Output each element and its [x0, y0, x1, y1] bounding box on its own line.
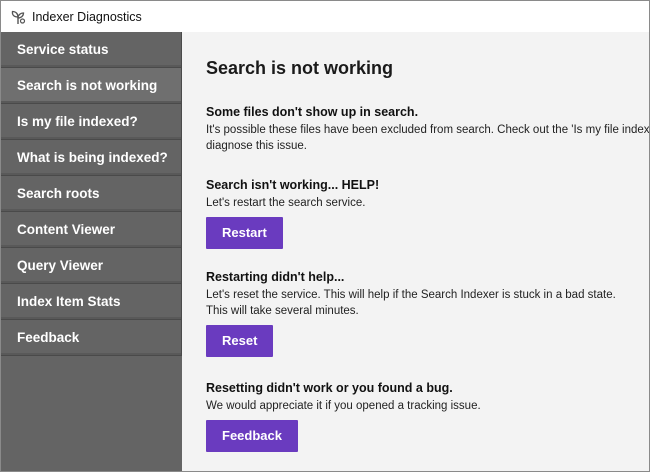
section-reset: Restarting didn't help... Let's reset th…	[206, 270, 649, 357]
section-restart: Search isn't working... HELP! Let's rest…	[206, 178, 649, 249]
window-title: Indexer Diagnostics	[32, 9, 142, 24]
main-content: Search is not working Some files don't s…	[182, 32, 649, 471]
section-text: Let's reset the service. This will help …	[206, 289, 616, 301]
sidebar-item-search-roots[interactable]: Search roots	[1, 176, 182, 212]
section-text: It's possible these files have been excl…	[206, 124, 649, 136]
section-text: Let's restart the search service.	[206, 197, 366, 209]
title-bar: Indexer Diagnostics	[1, 1, 649, 32]
restart-button[interactable]: Restart	[206, 217, 283, 249]
section-text: This will take several minutes.	[206, 305, 359, 317]
section-feedback: Resetting didn't work or you found a bug…	[206, 381, 649, 452]
sidebar-item-query-viewer[interactable]: Query Viewer	[1, 248, 182, 284]
sidebar-item-label: Content Viewer	[17, 222, 116, 237]
sidebar-item-label: Index Item Stats	[17, 294, 121, 309]
section-heading: Search isn't working... HELP!	[206, 178, 380, 192]
sidebar-item-label: Service status	[17, 42, 109, 57]
sidebar-nav: Service status Search is not working Is …	[1, 32, 182, 471]
sidebar-item-what-is-indexed[interactable]: What is being indexed?	[1, 140, 182, 176]
sidebar-item-search-not-working[interactable]: Search is not working	[1, 68, 182, 104]
sidebar-item-content-viewer[interactable]: Content Viewer	[1, 212, 182, 248]
sidebar-item-label: Feedback	[17, 330, 80, 345]
sidebar-item-label: Is my file indexed?	[17, 114, 138, 129]
section-heading: Some files don't show up in search.	[206, 105, 419, 119]
section-heading: Restarting didn't help...	[206, 270, 345, 284]
sidebar-item-label: What is being indexed?	[17, 150, 168, 165]
section-text: diagnose this issue.	[206, 140, 308, 152]
sidebar-item-label: Query Viewer	[17, 258, 104, 273]
section-heading: Resetting didn't work or you found a bug…	[206, 381, 453, 395]
sidebar-item-feedback[interactable]: Feedback	[1, 320, 182, 356]
sidebar-item-index-item-stats[interactable]: Index Item Stats	[1, 284, 182, 320]
page-title: Search is not working	[206, 58, 394, 78]
flower-sprout-icon	[9, 8, 27, 26]
section-text: We would appreciate it if you opened a t…	[206, 400, 481, 412]
feedback-button[interactable]: Feedback	[206, 420, 298, 452]
sidebar-item-service-status[interactable]: Service status	[1, 32, 182, 68]
sidebar-item-label: Search is not working	[17, 78, 158, 93]
sidebar-item-label: Search roots	[17, 186, 100, 201]
sidebar-item-is-my-file-indexed[interactable]: Is my file indexed?	[1, 104, 182, 140]
reset-button[interactable]: Reset	[206, 325, 274, 357]
section-files-missing: Some files don't show up in search. It's…	[206, 105, 649, 154]
